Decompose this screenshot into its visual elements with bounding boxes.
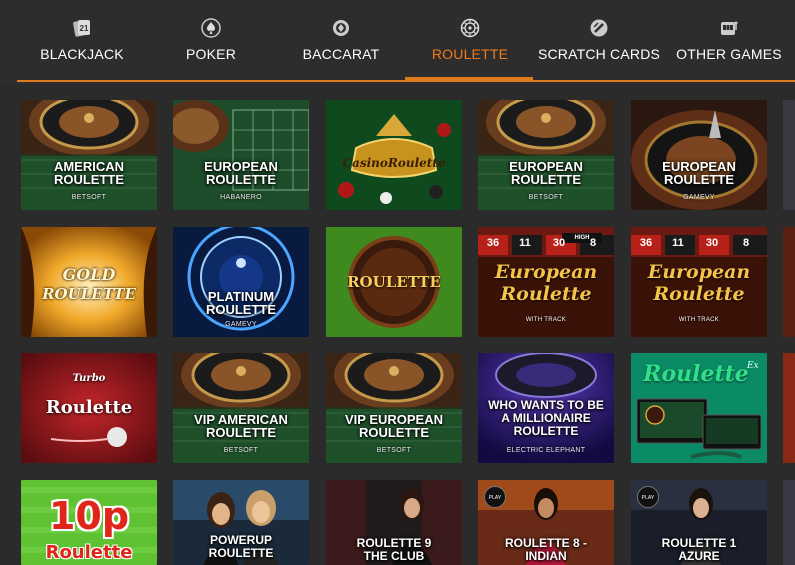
game-tile-vip-american-roulette[interactable]: VIP AMERICAN ROULETTE BETSOFT [173, 353, 309, 463]
game-logo-line1: 10p [48, 494, 130, 538]
tab-label: BLACKJACK [40, 46, 124, 62]
slot-machine-icon [719, 18, 739, 38]
svg-text:21: 21 [80, 24, 89, 33]
play-badge: PLAY [484, 486, 506, 508]
game-title-line2: AZURE [678, 549, 720, 563]
game-tile-european-roulette-betsoft[interactable]: EUROPEAN ROULETTE BETSOFT [478, 100, 614, 210]
game-logo-small: Turbo [72, 373, 106, 384]
game-tile-european-roulette-habanero[interactable]: EUROPEAN ROULETTE HABANERO [173, 100, 309, 210]
game-provider: ELECTRIC ELEPHANT [506, 447, 586, 454]
game-tile-european-roulette-high[interactable]: 36 11 30 8 HIGH European Roulette WITH T… [478, 227, 614, 337]
game-title-line2: ROULETTE [205, 302, 277, 317]
game-title-line2: ROULETTE [205, 425, 277, 440]
tab-scratch-cards[interactable]: SCRATCH CARDS [538, 18, 660, 80]
tab-label: SCRATCH CARDS [537, 46, 661, 62]
game-tile-roulette[interactable]: ROULETTE [326, 227, 462, 337]
casino-roulette-art [326, 100, 462, 210]
game-title-line2: ROULETTE [510, 172, 582, 187]
game-provider: BETSOFT [71, 194, 107, 201]
game-logo-line2: Roulette [45, 542, 133, 563]
game-provider: BETSOFT [223, 447, 259, 454]
game-logo-text: Roulette [45, 397, 133, 418]
tab-blackjack[interactable]: 21 BLACKJACK [40, 18, 124, 80]
game-tile-partial[interactable] [783, 480, 795, 565]
game-subtitle: WITH TRACK [678, 317, 720, 323]
game-logo-text: CasinoRoulette [342, 156, 446, 170]
high-badge: HIGH [574, 235, 590, 241]
game-logo-line1: European [494, 261, 598, 283]
game-logo-line2: Roulette [653, 283, 745, 305]
game-provider: BETSOFT [528, 194, 564, 201]
tab-label: OTHER GAMES [676, 46, 782, 62]
game-tile-partial[interactable] [783, 227, 795, 337]
game-subtitle: WITH TRACK [525, 317, 567, 323]
game-title-line2: ROULETTE [358, 425, 430, 440]
game-tile-american-roulette[interactable]: AMERICAN ROULETTE BETSOFT [21, 100, 157, 210]
spade-icon [201, 18, 221, 38]
game-logo-line1: European [647, 261, 751, 283]
game-logo-line1: GOLD [62, 265, 116, 284]
game-title-line2: ROULETTE [663, 172, 735, 187]
game-provider: GAMEVY [683, 194, 715, 201]
game-tile-roulette-9-the-club[interactable]: ROULETTE 9 THE CLUB [326, 480, 462, 565]
wheel-number: 36 [486, 237, 500, 249]
wheel-number: 11 [519, 237, 531, 249]
game-title-line2: THE CLUB [363, 549, 425, 563]
cards-21-icon: 21 [72, 18, 92, 38]
game-title-line2: ROULETTE [205, 172, 277, 187]
play-badge: PLAY [637, 486, 659, 508]
tab-label: POKER [186, 46, 237, 62]
game-tile-vip-european-roulette[interactable]: VIP EUROPEAN ROULETTE BETSOFT [326, 353, 462, 463]
tab-roulette[interactable]: ROULETTE [432, 18, 508, 80]
game-title-line2: INDIAN [525, 549, 567, 563]
game-provider: HABANERO [220, 194, 262, 201]
wheel-number: 11 [672, 237, 684, 249]
game-provider: GAMEVY [225, 321, 257, 328]
game-logo-line2: ROULETTE [42, 285, 136, 303]
baccarat-chip-icon [331, 18, 351, 38]
game-tile-european-roulette-gamevy[interactable]: EUROPEAN ROULETTE GAMEVY [631, 100, 767, 210]
game-grid: AMERICAN ROULETTE BETSOFT EUROPEAN ROULE… [0, 84, 795, 565]
wheel-number: 36 [639, 237, 653, 249]
scratch-coin-icon [589, 18, 609, 38]
game-title-line3: ROULETTE [513, 424, 579, 438]
game-tile-10p-roulette[interactable]: 10p Roulette [21, 480, 157, 565]
game-tile-partial[interactable] [783, 100, 795, 210]
game-logo-sup: Ex [747, 361, 759, 371]
tab-baccarat[interactable]: BACCARAT [303, 18, 379, 80]
game-category-nav: 21 BLACKJACK POKER BACCARAT ROULETTE SCR… [0, 0, 795, 84]
tab-label: BACCARAT [302, 46, 380, 62]
roulette-wheel-icon [460, 18, 480, 38]
game-tile-gold-roulette[interactable]: GOLD ROULETTE [21, 227, 157, 337]
game-tile-partial[interactable] [783, 353, 795, 463]
game-tile-powerup-roulette[interactable]: POWERUP ROULETTE [173, 480, 309, 565]
active-tab-indicator [405, 77, 533, 81]
game-provider: BETSOFT [376, 447, 412, 454]
tab-poker[interactable]: POKER [186, 18, 236, 80]
game-tile-millionaire-roulette[interactable]: WHO WANTS TO BE A MILLIONAIRE ROULETTE E… [478, 353, 614, 463]
game-tile-roulette-1-azure[interactable]: PLAY ROULETTE 1 AZURE [631, 480, 767, 565]
tab-other-games[interactable]: OTHER GAMES [676, 18, 782, 80]
game-logo-text: ROULETTE [347, 273, 441, 291]
wheel-number: 30 [705, 237, 719, 249]
game-title-line2: ROULETTE [53, 172, 125, 187]
game-tile-turbo-roulette[interactable]: Turbo Roulette [21, 353, 157, 463]
game-tile-european-roulette-track[interactable]: 36 11 30 8 European Roulette WITH TRACK [631, 227, 767, 337]
game-tile-roulette-8-indian[interactable]: PLAY ROULETTE 8 - INDIAN [478, 480, 614, 565]
game-logo-line2: Roulette [500, 283, 592, 305]
tab-label: ROULETTE [431, 46, 509, 62]
game-tile-casino-roulette[interactable]: CasinoRoulette [326, 100, 462, 210]
game-title-line2: ROULETTE [208, 546, 274, 560]
game-tile-platinum-roulette[interactable]: PLATINUM ROULETTE GAMEVY [173, 227, 309, 337]
wheel-number: 8 [742, 237, 750, 249]
game-tile-roulette-ex[interactable]: Roulette Ex [631, 353, 767, 463]
